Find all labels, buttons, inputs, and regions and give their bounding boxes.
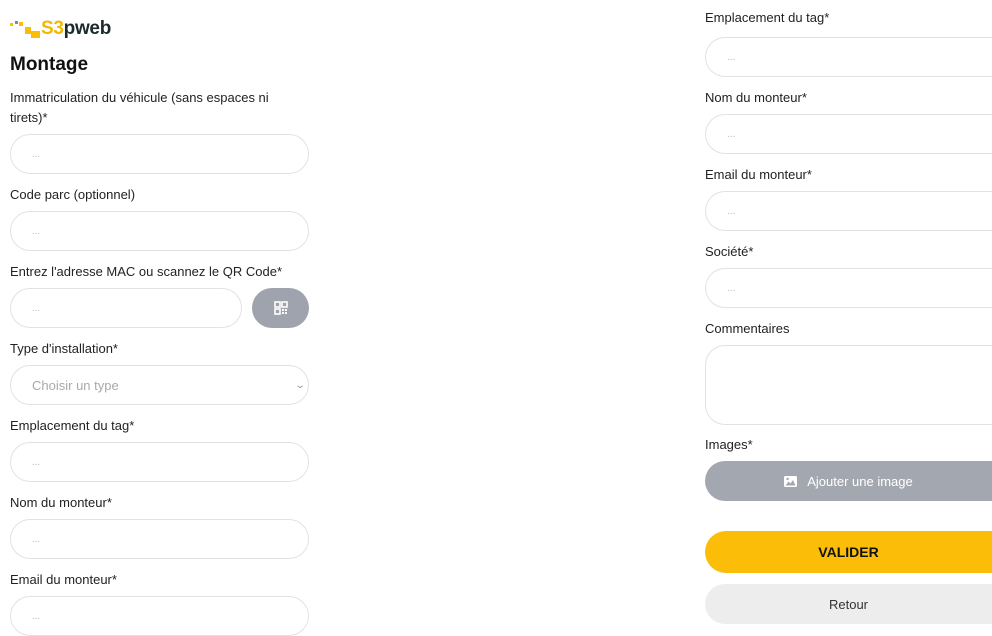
chevron-down-icon: ⌄ [294, 379, 306, 391]
qr-code-icon [273, 301, 288, 315]
immatriculation-input[interactable]: ... [10, 134, 309, 174]
immatriculation-label: Immatriculation du véhicule (sans espace… [10, 90, 269, 125]
logo-dots-icon [10, 20, 40, 38]
emplacement-tag-input[interactable]: ... [705, 37, 992, 77]
page-title: Montage [10, 54, 89, 75]
emplacement-tag-label: Emplacement du tag* [10, 418, 135, 433]
societe-label: Société* [705, 244, 754, 259]
nom-monteur-label: Nom du monteur* [705, 90, 807, 105]
placeholder: ... [32, 148, 41, 160]
brand-logo: S3pweb [10, 18, 111, 40]
brand-name-prefix: S3 [41, 18, 64, 39]
email-monteur-input[interactable]: ... [10, 596, 309, 636]
email-monteur-label: Email du monteur* [10, 572, 117, 587]
emplacement-tag-label: Emplacement du tag* [705, 10, 830, 25]
placeholder: ... [727, 282, 736, 294]
placeholder: ... [32, 302, 41, 314]
brand-name-suffix: pweb [63, 18, 112, 39]
placeholder: ... [32, 456, 41, 468]
nom-monteur-input[interactable]: ... [705, 114, 992, 154]
scan-qr-button[interactable] [252, 288, 309, 328]
image-icon [784, 475, 798, 487]
placeholder: ... [32, 225, 41, 237]
placeholder: ... [727, 51, 736, 63]
placeholder: ... [727, 128, 736, 140]
code-parc-input[interactable]: ... [10, 211, 309, 251]
placeholder: ... [727, 205, 736, 217]
emplacement-tag-input[interactable]: ... [10, 442, 309, 482]
email-monteur-input[interactable]: ... [705, 191, 992, 231]
type-installation-select[interactable]: Choisir un type ⌄ [10, 365, 309, 405]
societe-input[interactable]: ... [705, 268, 992, 308]
nom-monteur-input[interactable]: ... [10, 519, 309, 559]
valider-button[interactable]: VALIDER [705, 531, 992, 573]
placeholder: ... [32, 533, 41, 545]
retour-button[interactable]: Retour [705, 584, 992, 624]
placeholder: ... [32, 610, 41, 622]
nom-monteur-label: Nom du monteur* [10, 495, 112, 510]
commentaires-label: Commentaires [705, 321, 790, 336]
valider-label: VALIDER [818, 544, 879, 560]
mac-label: Entrez l'adresse MAC ou scannez le QR Co… [10, 264, 282, 279]
mac-address-input[interactable]: ... [10, 288, 242, 328]
commentaires-textarea[interactable] [705, 345, 992, 425]
retour-label: Retour [828, 596, 869, 612]
add-image-button[interactable]: Ajouter une image [705, 461, 992, 501]
type-installation-label: Type d'installation* [10, 341, 118, 356]
images-label: Images* [705, 437, 753, 452]
select-value: Choisir un type [32, 377, 119, 393]
code-parc-label: Code parc (optionnel) [10, 187, 136, 202]
add-image-label: Ajouter une image [807, 473, 913, 489]
email-monteur-label: Email du monteur* [705, 167, 812, 182]
